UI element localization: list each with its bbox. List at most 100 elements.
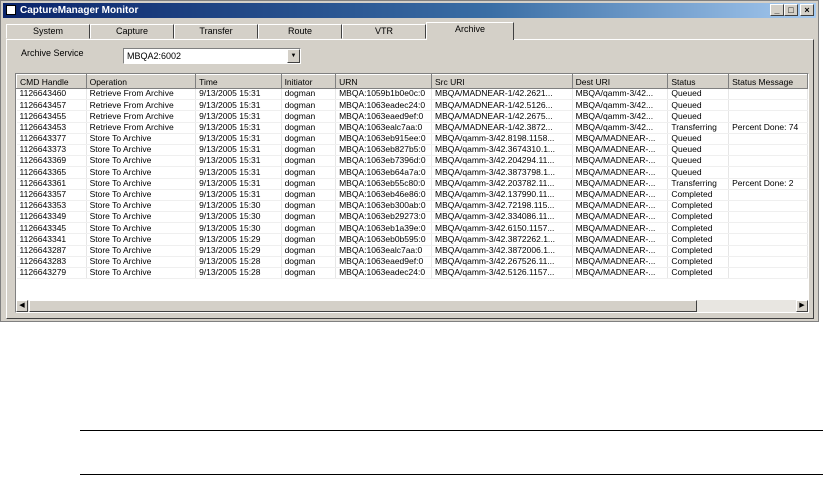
table-cell: MBQA:1063eadec24:0 [335,99,432,112]
table-row[interactable]: 1126643453 Retrieve From Archive 9/13/2005… [16,122,808,134]
table-cell: Completed [667,233,730,246]
table-cell: 9/13/2005 15:31 [195,133,282,145]
column-header[interactable]: Initiator [280,74,337,89]
archive-panel: Archive Service MBQA2:6002 ▼ CMD Handle O… [6,39,814,319]
table-cell [728,233,808,246]
table-cell: 9/13/2005 15:29 [195,245,282,257]
table-cell [728,144,808,157]
table-cell: MBQA/MADNEAR-1/42.2675... [431,110,573,123]
title-bar[interactable]: CaptureManager Monitor _ □ × [3,3,816,18]
table-cell: MBQA:1063eb827b5:0 [335,144,432,157]
table-row[interactable]: 1126643365 Store To Archive 9/13/2005 15:3… [16,166,808,179]
table-cell [728,110,808,123]
table-cell: MBQA/MADNEAR-... [572,245,669,257]
table-cell: Store To Archive [86,233,197,246]
table-row[interactable]: 1126643353 Store To Archive 9/13/2005 15:3… [16,200,808,213]
table-row[interactable]: 1126643460 Retrieve From Archive 9/13/2005… [16,88,808,101]
table-cell: MBQA/MADNEAR-... [572,211,669,224]
table-cell [728,133,808,145]
table-cell: Completed [667,267,730,280]
table-row[interactable]: 1126643349 Store To Archive 9/13/2005 15:3… [16,211,808,224]
table-cell: dogman [281,222,337,235]
table-cell: 9/13/2005 15:30 [195,211,282,224]
table-cell: Store To Archive [86,245,197,257]
archive-jobs-table: CMD Handle Operation Time Initiator URN Src U… [15,73,809,313]
maximize-button[interactable]: □ [784,4,798,16]
table-cell: 9/13/2005 15:31 [195,166,282,179]
column-header[interactable]: CMD Handle [16,74,87,89]
column-header[interactable]: Dest URI [571,74,669,89]
column-header[interactable]: Operation [85,74,197,89]
table-row[interactable]: 1126643279 Store To Archive 9/13/2005 15:2… [16,267,808,280]
column-header[interactable]: URN [335,74,432,89]
table-row[interactable]: 1126643287 Store To Archive 9/13/2005 15:2… [16,245,808,257]
table-cell: MBQA/MADNEAR-... [572,189,669,201]
table-cell: 9/13/2005 15:31 [195,88,282,101]
table-cell: Queued [667,110,730,123]
tab-route[interactable]: Route [258,24,342,39]
table-row[interactable]: 1126643341 Store To Archive 9/13/2005 15:2… [16,233,808,246]
minimize-button[interactable]: _ [770,4,784,16]
table-cell: 1126643361 [16,178,87,190]
table-cell: MBQA:1063eb300ab:0 [335,200,432,213]
table-cell: Queued [667,155,730,168]
table-row[interactable]: 1126643283 Store To Archive 9/13/2005 15:2… [16,256,808,269]
column-header[interactable]: Src URI [431,74,573,89]
table-cell: Completed [667,200,730,213]
table-cell: dogman [281,155,337,168]
table-cell: 9/13/2005 15:31 [195,99,282,112]
table-cell: dogman [281,144,337,157]
column-header[interactable]: Status [667,74,730,89]
table-cell: dogman [281,133,337,145]
table-cell: 1126643287 [16,245,87,257]
tab-transfer[interactable]: Transfer [174,24,258,39]
window-title: CaptureManager Monitor [20,5,139,16]
table-row[interactable]: 1126643377 Store To Archive 9/13/2005 15:3… [16,133,808,145]
table-cell: MBQA:1063eb1a39e:0 [335,222,432,235]
table-cell: MBQA:1063eb55c80:0 [335,178,432,190]
tab-vtr[interactable]: VTR [342,24,426,39]
scroll-thumb[interactable] [29,300,697,312]
table-cell: Queued [667,166,730,179]
table-cell: MBQA/MADNEAR-... [572,267,669,280]
tab-system[interactable]: System [6,24,90,39]
table-cell [728,189,808,201]
table-row[interactable]: 1126643373 Store To Archive 9/13/2005 15:3… [16,144,808,157]
horizontal-scrollbar[interactable]: ◀ ▶ [16,300,808,312]
column-header[interactable]: Time [195,74,282,89]
table-cell: MBQA/MADNEAR-1/42.5126... [431,99,573,112]
dropdown-arrow-icon[interactable]: ▼ [287,49,300,63]
table-cell: dogman [281,233,337,246]
table-cell: MBQA:1059b1b0e0c:0 [335,88,432,101]
table-cell: Retrieve From Archive [86,99,197,112]
table-cell: Store To Archive [86,222,197,235]
table-cell: MBQA/qamm-3/42.204294.11... [431,155,573,168]
table-row[interactable]: 1126643345 Store To Archive 9/13/2005 15:3… [16,222,808,235]
table-cell: MBQA/qamm-3/42.72198.115... [431,200,573,213]
table-row[interactable]: 1126643357 Store To Archive 9/13/2005 15:3… [16,189,808,201]
table-cell: dogman [281,178,337,190]
table-row[interactable]: 1126643361 Store To Archive 9/13/2005 15:3… [16,178,808,190]
table-cell [728,211,808,224]
table-cell: 9/13/2005 15:31 [195,155,282,168]
table-cell: MBQA/qamm-3/42.3873798.1... [431,166,573,179]
table-cell: Queued [667,88,730,101]
tab-archive[interactable]: Archive [426,22,514,40]
table-row[interactable]: 1126643457 Retrieve From Archive 9/13/2005… [16,99,808,112]
archive-service-select[interactable]: MBQA2:6002 ▼ [123,48,301,64]
scroll-right-arrow-icon[interactable]: ▶ [796,300,808,312]
table-row[interactable]: 1126643369 Store To Archive 9/13/2005 15:3… [16,155,808,168]
table-row[interactable]: 1126643455 Retrieve From Archive 9/13/2005… [16,110,808,123]
table-cell: dogman [281,110,337,123]
table-cell: 1126643283 [16,256,87,269]
tab-capture[interactable]: Capture [90,24,174,39]
table-body: 1126643460 Retrieve From Archive 9/13/2005… [16,88,808,280]
table-cell: MBQA/qamm-3/42.3674310.1... [431,144,573,157]
table-cell: dogman [281,211,337,224]
scroll-left-arrow-icon[interactable]: ◀ [16,300,28,312]
table-cell: MBQA/qamm-3/42... [572,110,669,123]
column-header[interactable]: Status Message [728,74,808,89]
close-button[interactable]: × [800,4,814,16]
table-cell: Store To Archive [86,211,197,224]
table-cell: 1126643453 [16,122,87,134]
